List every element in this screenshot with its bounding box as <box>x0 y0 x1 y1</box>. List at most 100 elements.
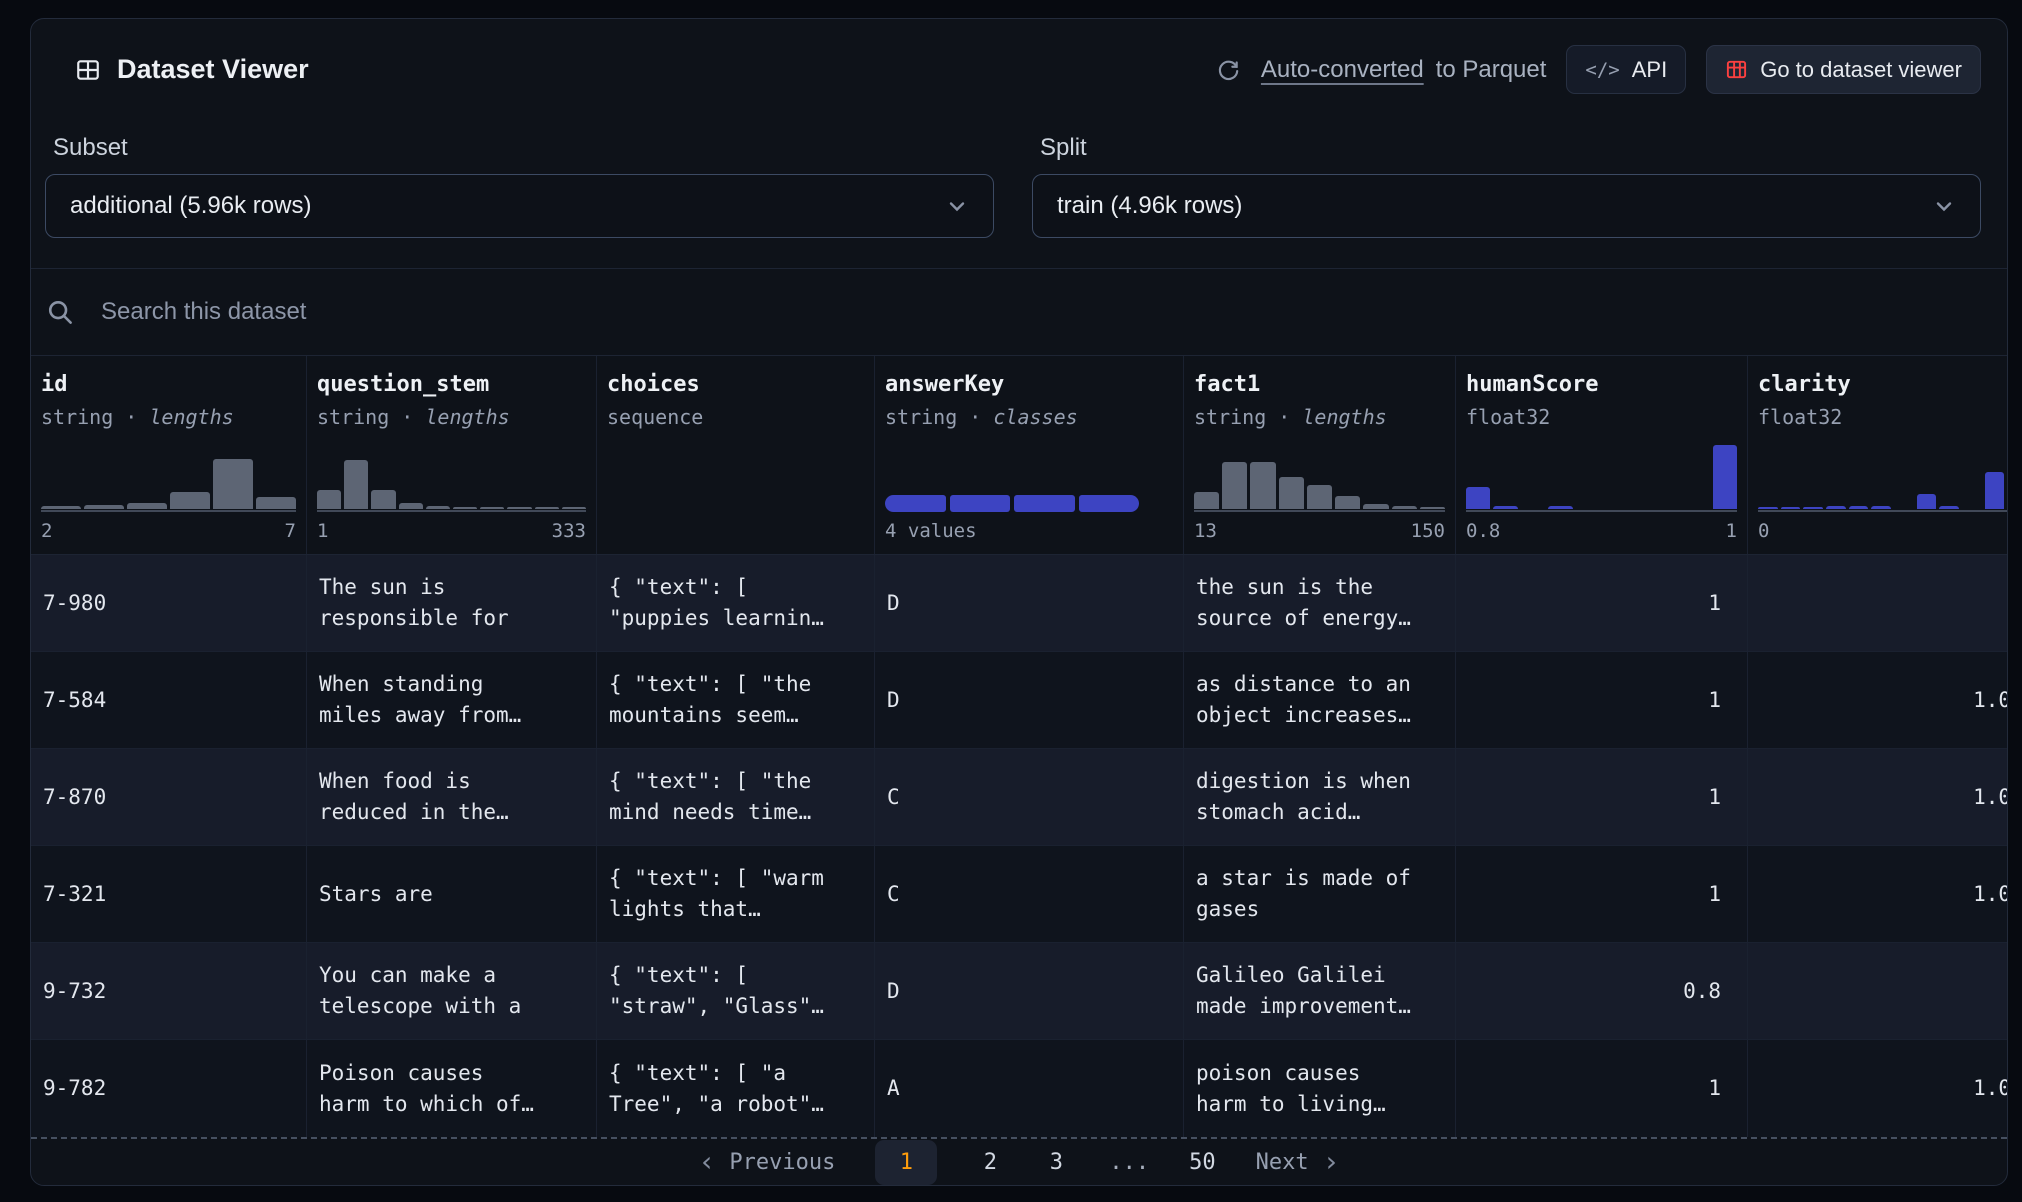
cell-clarity[interactable]: 1.0 <box>1748 749 2007 845</box>
histogram-bar[interactable] <box>371 445 395 509</box>
cell-id[interactable]: 7-584 <box>31 652 307 748</box>
cell-id[interactable]: 9-782 <box>31 1040 307 1137</box>
cell-question_stem[interactable]: Poison causes harm to which of… <box>307 1040 597 1137</box>
cell-answerKey[interactable]: D <box>875 943 1184 1039</box>
histogram-bar[interactable] <box>1962 445 1982 509</box>
histogram-bar[interactable] <box>1803 445 1823 509</box>
next-page-button[interactable]: Next › <box>1256 1148 1340 1176</box>
cell-clarity[interactable]: 1.0 <box>1748 1040 2007 1137</box>
histogram-bar[interactable] <box>344 445 368 509</box>
histogram-bar[interactable] <box>1250 445 1275 509</box>
previous-page-button[interactable]: ‹ Previous <box>699 1148 836 1176</box>
cell-choices[interactable]: { "text": [ "the mountains seem… <box>597 652 875 748</box>
histogram-bar[interactable] <box>1917 445 1937 509</box>
cell-clarity[interactable] <box>1748 555 2007 651</box>
histogram-bar[interactable] <box>170 445 210 509</box>
histogram-bar[interactable] <box>1985 445 2005 509</box>
cell-clarity[interactable]: 1.0 <box>1748 652 2007 748</box>
cell-answerKey[interactable]: D <box>875 652 1184 748</box>
histogram-bar[interactable] <box>453 445 477 509</box>
histogram-bar[interactable] <box>426 445 450 509</box>
cell-humanScore[interactable]: 1 <box>1456 652 1748 748</box>
histogram-bar[interactable] <box>1222 445 1247 509</box>
histogram-bar[interactable] <box>1576 445 1600 509</box>
split-select[interactable]: train (4.96k rows) <box>1032 174 1981 238</box>
cell-choices[interactable]: { "text": [ "the mind needs time… <box>597 749 875 845</box>
histogram-bar[interactable] <box>256 445 296 509</box>
histogram-bar[interactable] <box>1603 445 1627 509</box>
cell-answerKey[interactable]: C <box>875 749 1184 845</box>
cell-humanScore[interactable]: 1 <box>1456 1040 1748 1137</box>
histogram-bar[interactable] <box>1279 445 1304 509</box>
auto-converted-link[interactable]: Auto-converted <box>1261 56 1424 84</box>
cell-fact1[interactable]: a star is made of gases <box>1184 846 1456 942</box>
class-segment[interactable] <box>885 495 946 512</box>
cell-question_stem[interactable]: The sun is responsible for <box>307 555 597 651</box>
cell-choices[interactable]: { "text": [ "warm lights that… <box>597 846 875 942</box>
histogram-bar[interactable] <box>1658 445 1682 509</box>
cell-fact1[interactable]: poison causes harm to living… <box>1184 1040 1456 1137</box>
cell-id[interactable]: 7-870 <box>31 749 307 845</box>
class-segment[interactable] <box>950 495 1011 512</box>
cell-id[interactable]: 7-980 <box>31 555 307 651</box>
cell-humanScore[interactable]: 1 <box>1456 555 1748 651</box>
cell-id[interactable]: 7-321 <box>31 846 307 942</box>
cell-clarity[interactable] <box>1748 943 2007 1039</box>
histogram-bar[interactable] <box>317 445 341 509</box>
histogram-bar[interactable] <box>1392 445 1417 509</box>
page-number-3[interactable]: 3 <box>1043 1150 1069 1175</box>
histogram-bar[interactable] <box>1871 445 1891 509</box>
histogram-bar[interactable] <box>1335 445 1360 509</box>
cell-fact1[interactable]: digestion is when stomach acid… <box>1184 749 1456 845</box>
cell-fact1[interactable]: Galileo Galilei made improvement… <box>1184 943 1456 1039</box>
histogram-bar[interactable] <box>84 445 124 509</box>
cell-humanScore[interactable]: 0.8 <box>1456 943 1748 1039</box>
cell-answerKey[interactable]: A <box>875 1040 1184 1137</box>
histogram-bar[interactable] <box>1939 445 1959 509</box>
histogram-bar[interactable] <box>1685 445 1709 509</box>
histogram-bar[interactable] <box>1307 445 1332 509</box>
histogram-bar[interactable] <box>399 445 423 509</box>
histogram-bar[interactable] <box>41 445 81 509</box>
histogram-bar[interactable] <box>1713 445 1737 509</box>
histogram-bar[interactable] <box>213 445 253 509</box>
cell-id[interactable]: 9-732 <box>31 943 307 1039</box>
api-button[interactable]: </> API <box>1566 45 1686 94</box>
cell-question_stem[interactable]: When food is reduced in the… <box>307 749 597 845</box>
cell-fact1[interactable]: as distance to an object increases… <box>1184 652 1456 748</box>
page-number-50[interactable]: 50 <box>1189 1150 1216 1175</box>
histogram-bar[interactable] <box>1849 445 1869 509</box>
histogram-bar[interactable] <box>1894 445 1914 509</box>
cell-choices[interactable]: { "text": [ "straw", "Glass"… <box>597 943 875 1039</box>
histogram-bar[interactable] <box>1420 445 1445 509</box>
histogram-bar[interactable] <box>1194 445 1219 509</box>
histogram-bar[interactable] <box>1466 445 1490 509</box>
histogram-bar[interactable] <box>1363 445 1388 509</box>
cell-choices[interactable]: { "text": [ "a Tree", "a robot"… <box>597 1040 875 1137</box>
subset-select[interactable]: additional (5.96k rows) <box>45 174 994 238</box>
histogram-bar[interactable] <box>1493 445 1517 509</box>
cell-humanScore[interactable]: 1 <box>1456 749 1748 845</box>
histogram-bar[interactable] <box>1630 445 1654 509</box>
cell-choices[interactable]: { "text": [ "puppies learnin… <box>597 555 875 651</box>
classes-bar[interactable] <box>885 495 1139 512</box>
class-segment[interactable] <box>1079 495 1140 512</box>
histogram-bar[interactable] <box>1758 445 1778 509</box>
cell-humanScore[interactable]: 1 <box>1456 846 1748 942</box>
histogram-bar[interactable] <box>507 445 531 509</box>
cell-question_stem[interactable]: Stars are <box>307 846 597 942</box>
search-input[interactable] <box>99 297 2007 327</box>
cell-clarity[interactable]: 1.0 <box>1748 846 2007 942</box>
histogram-bar[interactable] <box>535 445 559 509</box>
histogram-bar[interactable] <box>127 445 167 509</box>
histogram-bar[interactable] <box>1781 445 1801 509</box>
page-number-1[interactable]: 1 <box>875 1140 937 1185</box>
histogram-bar[interactable] <box>1548 445 1572 509</box>
cell-answerKey[interactable]: D <box>875 555 1184 651</box>
cell-fact1[interactable]: the sun is the source of energy… <box>1184 555 1456 651</box>
cell-question_stem[interactable]: You can make a telescope with a <box>307 943 597 1039</box>
cell-question_stem[interactable]: When standing miles away from… <box>307 652 597 748</box>
goto-dataset-viewer-button[interactable]: Go to dataset viewer <box>1706 45 1981 94</box>
histogram-bar[interactable] <box>1826 445 1846 509</box>
class-segment[interactable] <box>1014 495 1075 512</box>
